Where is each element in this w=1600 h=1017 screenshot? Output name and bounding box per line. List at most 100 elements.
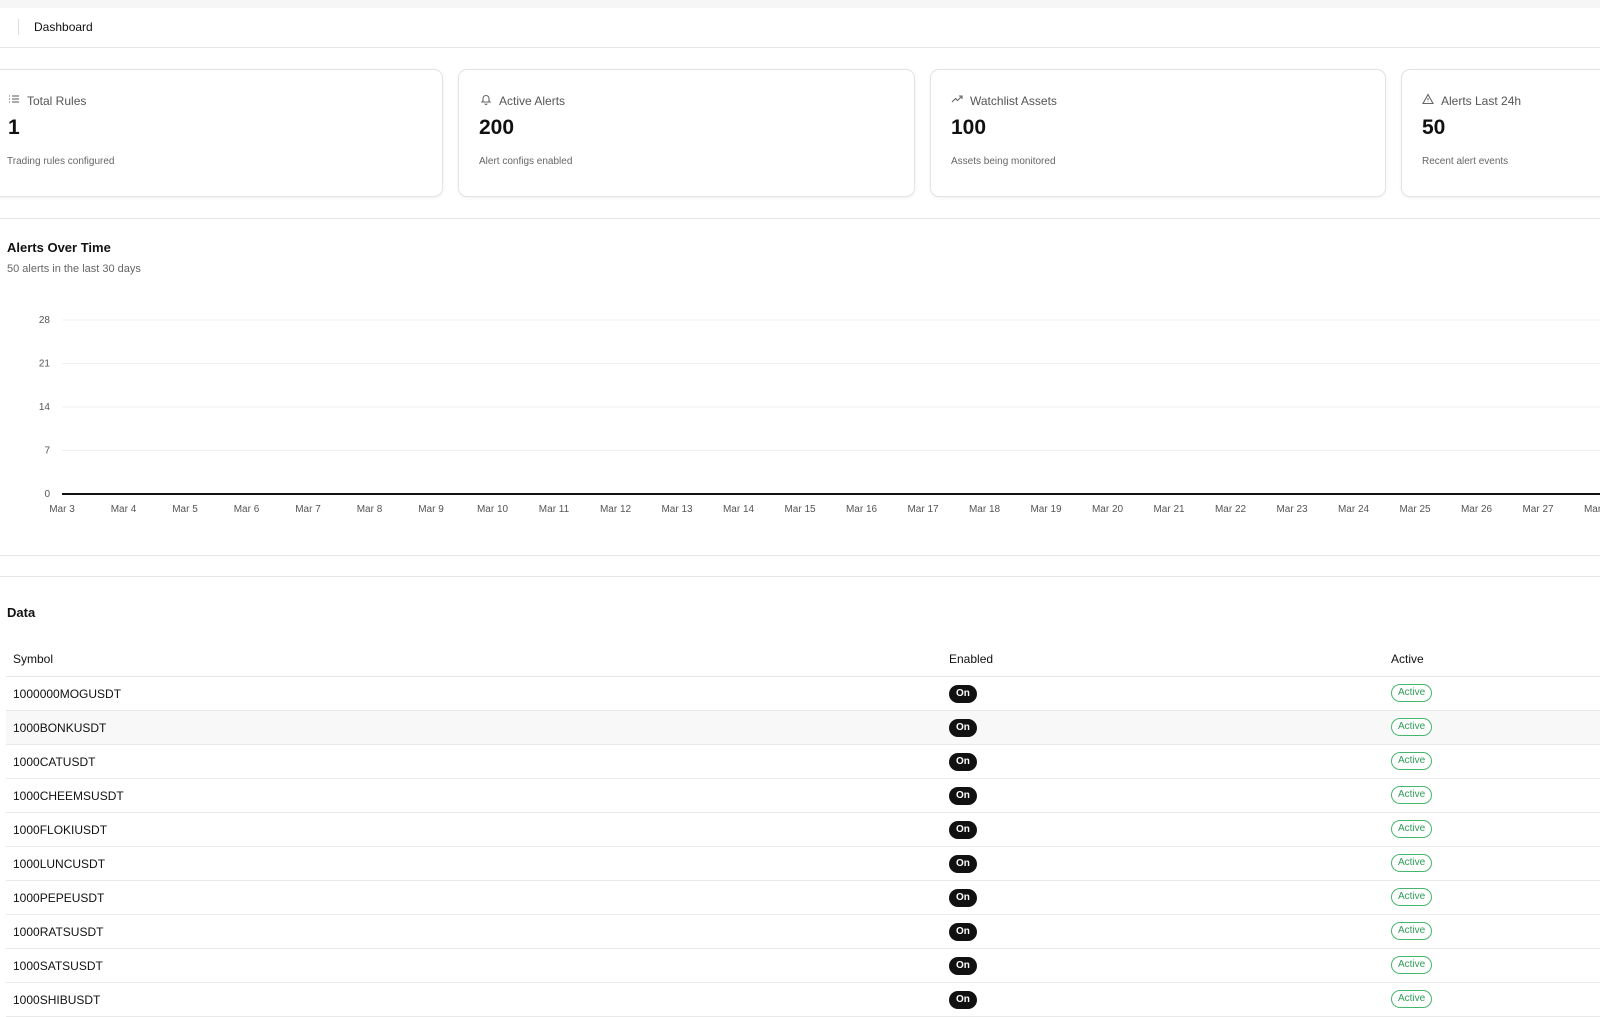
stat-desc: Assets being monitored (951, 156, 1056, 167)
x-tick-label: Mar 15 (784, 504, 816, 515)
table-row[interactable]: 1000CHEEMSUSDT On Active (6, 779, 1600, 813)
x-tick-label: Mar 12 (600, 504, 632, 515)
x-tick-label: Mar 13 (661, 504, 693, 515)
x-tick-label: Mar 28 (1584, 504, 1600, 515)
status-badge: Active (1391, 888, 1433, 906)
stat-title-wrap: Watchlist Assets (951, 93, 1057, 108)
enabled-toggle[interactable]: On (949, 787, 977, 805)
stat-card-alerts-last-24h: Alerts Last 24h 50 Recent alert events (1401, 69, 1600, 197)
x-tick-label: Mar 10 (477, 504, 509, 515)
stat-title-wrap: Alerts Last 24h (1422, 93, 1521, 108)
data-section-title: Data (7, 605, 36, 620)
bell-icon (480, 93, 492, 108)
top-strip (0, 0, 1600, 8)
x-tick-label: Mar 6 (234, 504, 260, 515)
x-tick-label: Mar 27 (1522, 504, 1554, 515)
symbol-cell: 1000RATSUSDT (13, 925, 104, 939)
column-header-active[interactable]: Active (1391, 652, 1424, 666)
divider (0, 555, 1600, 556)
table-row[interactable]: 1000RATSUSDT On Active (6, 915, 1600, 949)
stat-title: Watchlist Assets (970, 93, 1057, 108)
symbol-cell: 1000CHEEMSUSDT (13, 789, 124, 803)
x-tick-label: Mar 16 (846, 504, 878, 515)
stat-value: 1 (8, 116, 20, 139)
x-tick-label: Mar 11 (539, 504, 570, 515)
stat-desc: Recent alert events (1422, 156, 1509, 167)
alerts-over-time-chart: 0 7 14 21 28 Mar 3 Mar 4 Mar 5 Mar 6 Mar 7 Mar 8 Ma… (39, 315, 1600, 515)
x-tick-label: Mar 3 (49, 504, 75, 515)
stat-value: 200 (479, 116, 515, 139)
header-separator (18, 19, 19, 35)
divider (0, 218, 1600, 219)
status-badge: Active (1391, 752, 1433, 770)
enabled-toggle[interactable]: On (949, 753, 977, 771)
symbol-cell: 1000000MOGUSDT (13, 687, 122, 701)
table-row[interactable]: 1000BONKUSDT On Active (6, 711, 1600, 745)
table-row[interactable]: 1000000MOGUSDT On Active (6, 677, 1600, 711)
stat-card-active-alerts: Active Alerts 200 Alert configs enabled (458, 69, 915, 197)
enabled-toggle[interactable]: On (949, 991, 977, 1009)
breadcrumb[interactable]: Dashboard (34, 20, 93, 34)
status-badge: Active (1391, 990, 1433, 1008)
symbol-cell: 1000CATUSDT (13, 755, 96, 769)
table-row[interactable]: 1000FLOKIUSDT On Active (6, 813, 1600, 847)
data-table: Symbol Enabled Active 1000000MOGUSDT On Ac… (6, 644, 1600, 1017)
table-row[interactable]: 1000SATSUSDT On Active (6, 949, 1600, 983)
x-tick-label: Mar 23 (1276, 504, 1308, 515)
table-body: 1000000MOGUSDT On Active 1000BONKUSDT On Acti… (6, 677, 1600, 1017)
y-tick-label: 28 (39, 315, 51, 326)
enabled-toggle[interactable]: On (949, 923, 977, 941)
x-tick-label: Mar 18 (969, 504, 1001, 515)
status-badge: Active (1391, 820, 1433, 838)
stat-title: Alerts Last 24h (1441, 93, 1522, 108)
enabled-toggle[interactable]: On (949, 957, 977, 975)
alert-triangle-icon (1422, 93, 1434, 108)
x-tick-label: Mar 14 (723, 504, 755, 515)
status-badge: Active (1391, 854, 1433, 872)
table-row[interactable]: 1000PEPEUSDT On Active (6, 881, 1600, 915)
y-tick-label: 0 (44, 489, 50, 500)
list-icon (8, 93, 20, 108)
x-tick-label: Mar 21 (1153, 504, 1185, 515)
symbol-cell: 1000SHIBUSDT (13, 993, 101, 1007)
stat-title: Total Rules (27, 93, 87, 108)
symbol-cell: 1000SATSUSDT (13, 959, 103, 973)
enabled-toggle[interactable]: On (949, 821, 977, 839)
top-header: Dashboard (0, 8, 1600, 48)
x-tick-label: Mar 25 (1399, 504, 1431, 515)
stat-card-total-rules: Total Rules 1 Trading rules configured (0, 69, 443, 197)
stat-title-wrap: Total Rules (8, 93, 86, 108)
chart-title: Alerts Over Time (7, 240, 111, 255)
x-tick-label: Mar 7 (295, 504, 321, 515)
column-header-enabled[interactable]: Enabled (949, 652, 993, 666)
status-badge: Active (1391, 684, 1433, 702)
trending-up-icon (951, 93, 963, 108)
status-badge: Active (1391, 718, 1433, 736)
y-tick-label: 21 (39, 359, 51, 370)
enabled-toggle[interactable]: On (949, 719, 977, 737)
symbol-cell: 1000LUNCUSDT (13, 857, 106, 871)
symbol-cell: 1000FLOKIUSDT (13, 823, 108, 837)
enabled-toggle[interactable]: On (949, 685, 977, 703)
x-tick-label: Mar 8 (357, 504, 383, 515)
stat-value: 100 (951, 116, 987, 139)
y-tick-label: 14 (39, 402, 51, 413)
x-tick-label: Mar 17 (907, 504, 939, 515)
table-row[interactable]: 1000CATUSDT On Active (6, 745, 1600, 779)
chart-subtitle: 50 alerts in the last 30 days (7, 263, 141, 275)
x-tick-label: Mar 22 (1215, 504, 1247, 515)
column-header-symbol[interactable]: Symbol (13, 652, 53, 666)
enabled-toggle[interactable]: On (949, 855, 977, 873)
stat-desc: Trading rules configured (7, 156, 115, 167)
x-tick-label: Mar 9 (418, 504, 444, 515)
stat-title: Active Alerts (499, 93, 566, 108)
symbol-cell: 1000BONKUSDT (13, 721, 107, 735)
stat-title-wrap: Active Alerts (480, 93, 565, 108)
enabled-toggle[interactable]: On (949, 889, 977, 907)
y-tick-label: 7 (44, 446, 50, 457)
x-tick-label: Mar 24 (1338, 504, 1370, 515)
stat-card-watchlist-assets: Watchlist Assets 100 Assets being monito… (930, 69, 1386, 197)
table-row[interactable]: 1000LUNCUSDT On Active (6, 847, 1600, 881)
table-row[interactable]: 1000SHIBUSDT On Active (6, 983, 1600, 1017)
x-tick-label: Mar 20 (1092, 504, 1124, 515)
